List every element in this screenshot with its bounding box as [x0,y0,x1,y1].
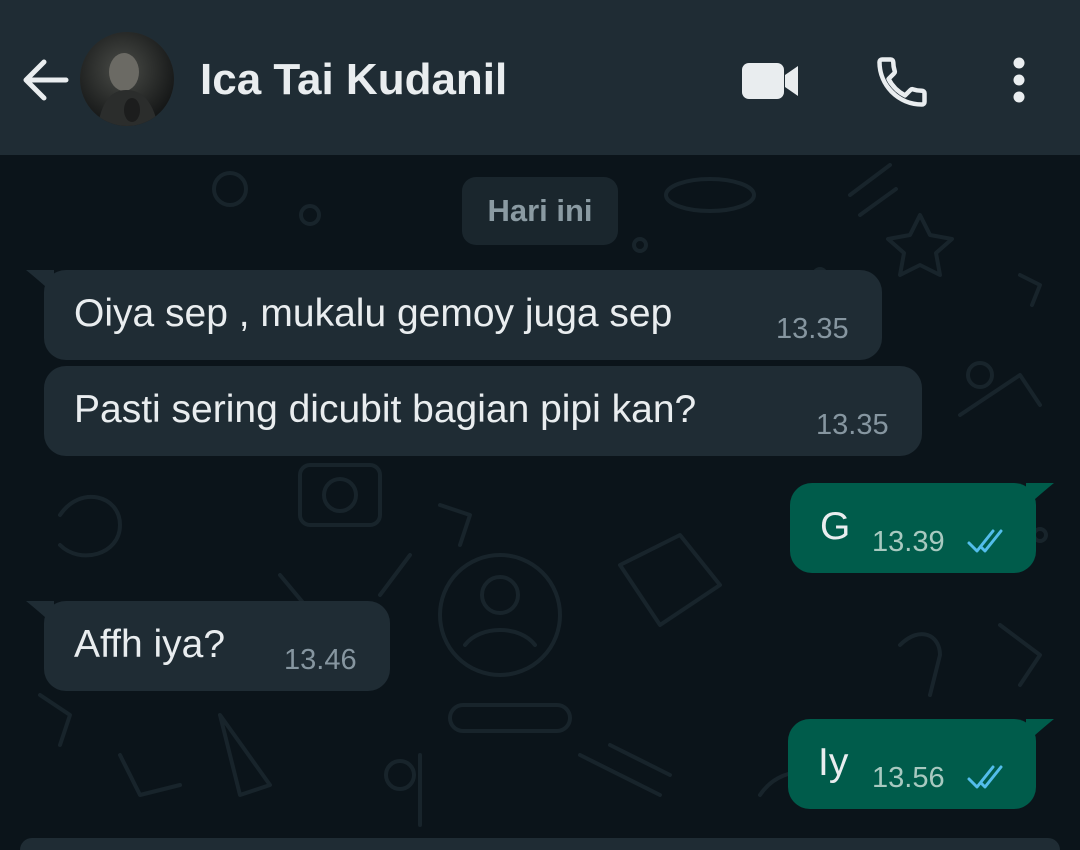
video-camera-icon [742,63,798,99]
message-text: Oiya sep , mukalu gemoy juga sep [74,292,673,335]
contact-photo [80,32,174,126]
phone-icon [877,57,927,107]
next-message-edge [20,838,1060,850]
message-time: 13.56 [872,762,945,794]
bubble-tail [1026,483,1054,507]
message-text: Pasti sering dicubit bagian pipi kan? [74,388,697,431]
message-text: G [820,505,851,548]
more-options-button[interactable] [996,52,1042,112]
message-text: Affh iya? [74,623,226,666]
message-incoming[interactable]: Affh iya? 13.46 [26,601,390,691]
avatar[interactable] [80,32,174,126]
contact-name[interactable]: Ica Tai Kudanil [200,52,507,108]
message-incoming[interactable]: Pasti sering dicubit bagian pipi kan? 13… [44,366,922,456]
message-incoming[interactable]: Oiya sep , mukalu gemoy juga sep 13.35 [26,270,882,360]
back-button[interactable] [18,52,74,108]
message-outgoing[interactable]: Iy 13.56 [788,719,1054,809]
message-time: 13.39 [872,526,945,558]
date-separator: Hari ini [462,177,618,245]
bubble-tail [1026,719,1054,743]
message-time: 13.35 [816,409,889,441]
chat-header: Ica Tai Kudanil [0,0,1080,155]
double-check-icon [967,765,1003,789]
message-text: Iy [818,741,849,784]
chat-area[interactable]: Hari ini Oiya sep , mukalu gemoy juga se… [0,155,1080,843]
date-label: Hari ini [487,193,593,228]
voice-call-button[interactable] [872,52,932,112]
arrow-left-icon [23,59,69,101]
message-time: 13.46 [284,644,357,676]
double-check-icon [967,529,1003,553]
video-call-button[interactable] [738,56,804,106]
message-time: 13.35 [776,313,849,345]
bubble-tail [26,601,54,625]
bubble-tail [26,270,54,294]
message-outgoing[interactable]: G 13.39 [790,483,1054,573]
more-vertical-icon [1013,57,1025,103]
